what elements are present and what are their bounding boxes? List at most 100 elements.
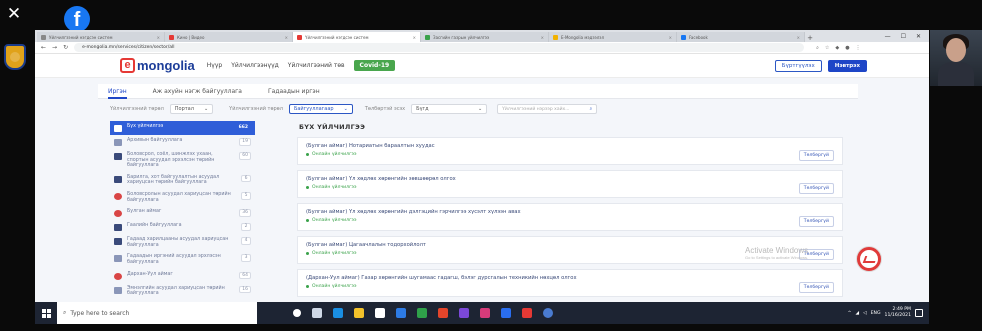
sidebar-item-education-culture[interactable]: Боловсрол, соёл, шинжлэх ухаан, спортын … [110, 149, 255, 172]
tab-label: E-Mongolia мэдээлэл [561, 34, 605, 40]
system-tray: ^ ◢ ◁ ENG 2:49 PM 11/16/2021 [848, 307, 929, 319]
taskbar-search-input[interactable]: ⌕ Type here to search [57, 302, 257, 324]
register-button[interactable]: Бүртгүүлэх [774, 59, 822, 72]
close-icon[interactable]: ✕ [4, 4, 24, 24]
service-card-tag-label: Онлайн үйлчилгээ [312, 185, 357, 190]
tab-close-icon[interactable]: × [541, 35, 544, 40]
task-view-icon[interactable] [312, 308, 322, 318]
service-card-tag: Онлайн үйлчилгээ [306, 284, 834, 289]
tab-organization[interactable]: Аж ахуйн нэгж байгууллага [153, 84, 242, 99]
service-card-title[interactable]: (Булган аймаг) Үл хөдлөх хөрөнгийн дэлгэ… [306, 209, 834, 215]
star-icon[interactable]: ☆ [825, 45, 829, 51]
school-icon [114, 153, 122, 160]
chrome-icon[interactable] [438, 308, 448, 318]
clock[interactable]: 2:49 PM 11/16/2021 [885, 307, 911, 319]
tab-close-icon[interactable]: × [797, 35, 800, 40]
service-select[interactable]: Байгууллагаар ⌄ [288, 104, 353, 114]
tab-close-icon[interactable]: × [285, 35, 288, 40]
app-icon[interactable] [543, 308, 553, 318]
menu-icon[interactable]: ⋮ [856, 45, 861, 51]
clock-date: 11/16/2021 [884, 313, 911, 318]
payment-select[interactable]: Бүгд ⌄ [411, 104, 488, 114]
service-card[interactable]: (Дархан-Уул аймаг) Газар хөрөнгийн шугам… [297, 269, 843, 297]
tab-close-icon[interactable]: × [669, 35, 672, 40]
browser-tab-5[interactable]: E-Mongolia мэдээлэл × [549, 32, 677, 42]
edge-icon[interactable] [333, 308, 343, 318]
maximize-button[interactable]: ☐ [901, 33, 906, 40]
notification-icon[interactable] [915, 309, 923, 317]
sidebar-item-label: Архивын байгууллага [127, 138, 183, 143]
search-placeholder: Үйлчилгээний нэрээр хайх... [502, 106, 570, 112]
cortana-icon[interactable] [293, 309, 301, 317]
chevron-up-icon[interactable]: ^ [848, 311, 852, 316]
free-badge-button[interactable]: Төлбөргүй [798, 183, 834, 194]
back-icon[interactable]: ← [41, 44, 46, 51]
service-card-title[interactable]: (Булган аймаг) Нотариатын бараалтын хууд… [306, 143, 834, 149]
browser-tab-2[interactable]: Кино | Видео × [165, 32, 293, 42]
new-tab-button[interactable]: + [805, 34, 815, 42]
sidebar-item-customs[interactable]: Гаалийн байгууллага 2 [110, 220, 255, 234]
mail-icon[interactable] [396, 308, 406, 318]
tab-close-icon[interactable]: × [157, 35, 160, 40]
nav-service-center[interactable]: Үйлчилгээний төв [288, 62, 345, 69]
nav-home[interactable]: Нүүр [207, 62, 222, 69]
sidebar-item-construction[interactable]: Барилга, хот байгуулалтын асуудал хариуц… [110, 172, 255, 189]
sidebar-item-bulgan[interactable]: Булган аймаг 36 [110, 206, 255, 220]
browser-tab-6[interactable]: Facebook × [677, 32, 805, 42]
free-badge-button[interactable]: Төлбөргүй [798, 216, 834, 227]
file-explorer-icon[interactable] [354, 308, 364, 318]
tab-citizen[interactable]: Иргэн [108, 84, 127, 99]
favicon-icon [169, 34, 174, 40]
sidebar-item-count: 5 [241, 191, 251, 200]
service-card-title[interactable]: (Дархан-Уул аймаг) Газар хөрөнгийн шугам… [306, 275, 834, 281]
emblem-icon [114, 272, 122, 280]
app-icon[interactable] [459, 308, 469, 318]
powerpoint-icon[interactable] [522, 308, 532, 318]
service-card[interactable]: (Булган аймаг) Үл хөдлөх хөрөнгийн зөвшө… [297, 170, 843, 198]
start-button[interactable] [35, 302, 57, 324]
excel-icon[interactable] [417, 308, 427, 318]
browser-tab-1[interactable]: Уйлчилгээний нэгдсэн систем × [37, 32, 165, 42]
free-badge-button[interactable]: Төлбөргүй [798, 282, 834, 293]
search-icon[interactable]: ⌕ [590, 106, 593, 112]
messenger-chat-icon[interactable] [857, 247, 881, 271]
service-card[interactable]: (Булган аймаг) Нотариатын бараалтын хууд… [297, 137, 843, 165]
sidebar-item-foreign-citizens[interactable]: Гадаадын иргэний асуудал эрхлэсэн байгуу… [110, 251, 255, 268]
tab-foreigner[interactable]: Гадаадын иргэн [268, 84, 320, 99]
search-input[interactable]: Үйлчилгээний нэрээр хайх... ⌕ [497, 104, 598, 114]
filter-bar: Үйлчилгээний төрөл Портал ⌄ Үйлчилгээний … [98, 102, 858, 116]
forward-icon[interactable]: → [52, 44, 57, 51]
volume-icon[interactable]: ◁ [863, 311, 867, 316]
extension-icon[interactable]: ◆ [835, 45, 839, 51]
login-button[interactable]: Нэвтрэх [827, 59, 867, 72]
free-badge-button[interactable]: Төлбөргүй [798, 150, 834, 161]
url-input[interactable]: e-mongolia.mn/services/citizen/sector/al… [74, 43, 805, 52]
minimize-button[interactable]: — [885, 33, 891, 40]
zoom-icon[interactable]: ⌕ [816, 45, 819, 51]
word-icon[interactable] [501, 308, 511, 318]
store-icon[interactable] [375, 308, 385, 318]
language-indicator[interactable]: ENG [871, 311, 881, 316]
tab-close-icon[interactable]: × [413, 35, 416, 40]
service-card[interactable]: (Булган аймаг) Үл хөдлөх хөрөнгийн дэлгэ… [297, 203, 843, 231]
sidebar-item-all[interactable]: Бүх үйлчилгээ 662 [110, 121, 255, 135]
sidebar-item-darkhan-uul[interactable]: Дархан-Уул аймаг 64 [110, 269, 255, 283]
type-select[interactable]: Портал ⌄ [169, 104, 214, 114]
sidebar-item-education[interactable]: Боловсролын асуудал хариуцсан төрийн бай… [110, 189, 255, 206]
sidebar-item-archive[interactable]: Архивын байгууллага 19 [110, 135, 255, 149]
service-card-title[interactable]: (Булган аймаг) Үл хөдлөх хөрөнгийн зөвшө… [306, 176, 834, 182]
sidebar-item-count: 64 [239, 271, 251, 280]
network-icon[interactable]: ◢ [856, 311, 860, 316]
site-logo[interactable]: e mongolia [120, 58, 195, 73]
reload-icon[interactable]: ↻ [63, 44, 68, 51]
profile-icon[interactable]: ● [845, 45, 849, 51]
app-icon[interactable] [480, 308, 490, 318]
covid-button[interactable]: Covid-19 [353, 60, 396, 71]
tab-label: Facebook [689, 34, 708, 40]
sidebar-item-health[interactable]: Эмнэлгийн асуудал хариуцсан төрийн байгу… [110, 283, 255, 300]
sidebar-item-foreign-affairs[interactable]: Гадаад харилцааны асуудал хариуцсан байг… [110, 234, 255, 251]
browser-tab-4[interactable]: Засгийн газрын үйлчилгээ × [421, 32, 549, 42]
nav-services[interactable]: Үйлчилгээнүүд [231, 62, 279, 69]
close-window-button[interactable]: ✕ [916, 33, 921, 40]
browser-tab-3[interactable]: Үйлчилгээний нэгдсэн систем × [293, 32, 421, 42]
